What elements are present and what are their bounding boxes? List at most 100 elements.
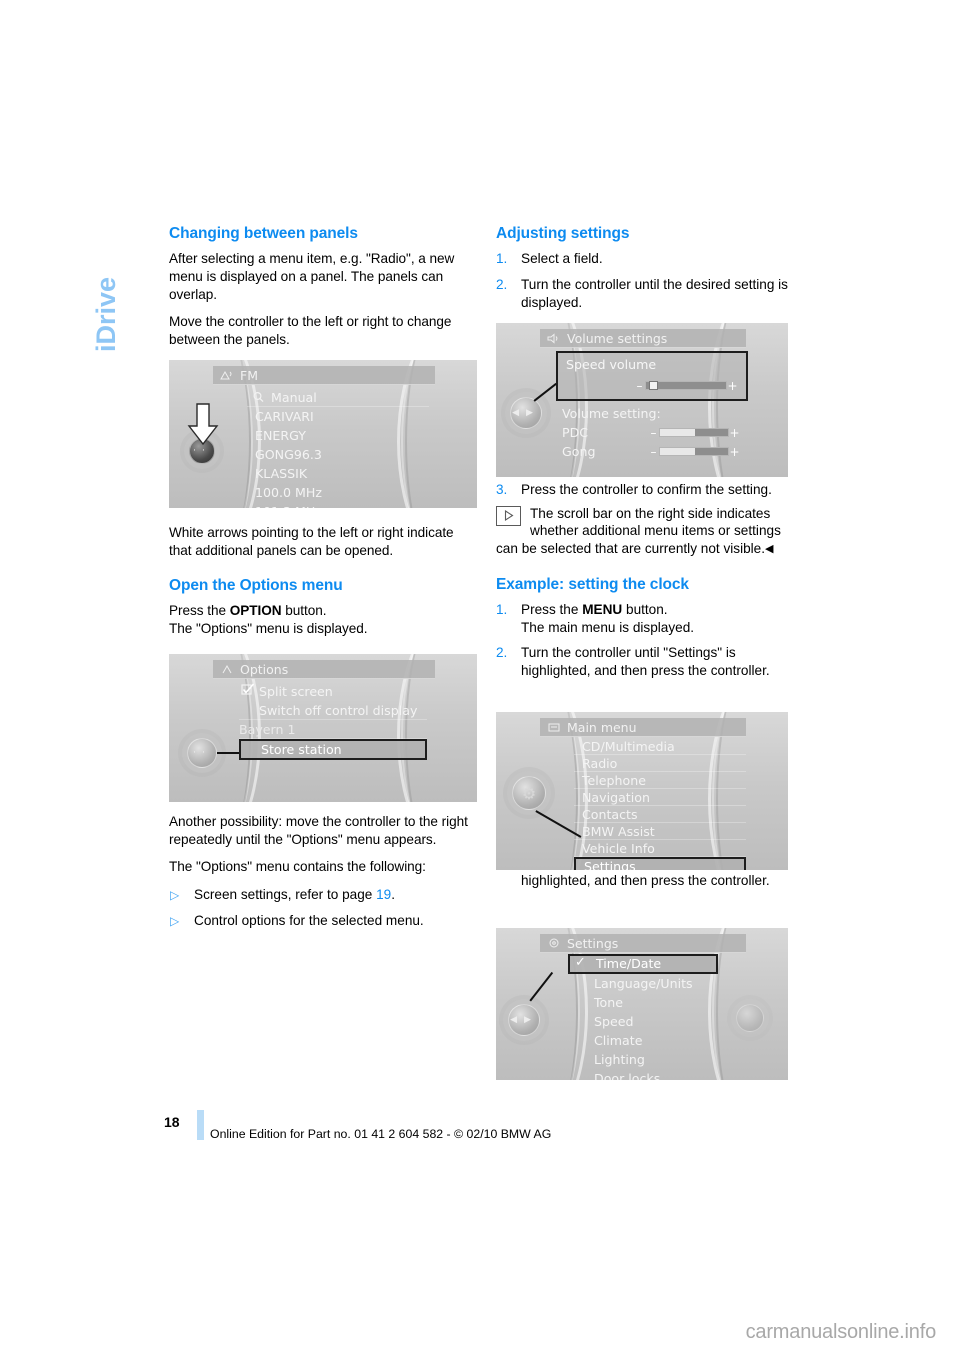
- fm-station-row[interactable]: GONG96.3: [247, 445, 429, 464]
- slider-minus-label[interactable]: –: [634, 380, 645, 392]
- fm-station-row[interactable]: ENERGY: [247, 426, 429, 445]
- volume-speed-volume-label: Speed volume: [566, 357, 657, 372]
- paragraph-another-possibility: Another possibility: move the controller…: [169, 814, 468, 847]
- settings-item-label: Door locks: [594, 1071, 661, 1080]
- settings-item-label: Speed: [594, 1014, 634, 1029]
- gear-icon: ⚙: [521, 783, 537, 803]
- knob-arrows: ◀▶: [512, 408, 540, 418]
- volume-speed-volume-field[interactable]: Speed volume – +: [556, 351, 748, 401]
- leader-line: [217, 752, 239, 754]
- volume-title-bar: Volume settings: [540, 329, 746, 348]
- volume-gong-slider[interactable]: – +: [648, 446, 740, 458]
- mainmenu-item-row[interactable]: CD/Multimedia: [574, 738, 746, 755]
- checkbox-checked-icon: [241, 682, 255, 701]
- mainmenu-item-label: CD/Multimedia: [582, 739, 675, 754]
- fm-station-row[interactable]: 100.0 MHz: [247, 483, 429, 502]
- slider-plus-label[interactable]: +: [727, 380, 738, 392]
- note-triangle-icon: [496, 505, 521, 526]
- options-title-label: Options: [240, 661, 289, 677]
- settings-time-date-row[interactable]: ✓ Time/Date: [568, 954, 718, 974]
- paragraph-options-displayed: The "Options" menu is displayed.: [169, 620, 368, 636]
- settings-title-bar: Settings: [540, 934, 746, 953]
- settings-item-row[interactable]: Tone: [568, 993, 718, 1012]
- options-station-section: Bayern 1: [239, 720, 427, 739]
- options-store-station-row[interactable]: Store station: [239, 739, 427, 760]
- knob-arrows: ◀▶: [510, 1015, 538, 1025]
- mainmenu-item-label: Telephone: [582, 773, 646, 788]
- volume-list: Speed volume – + Volume setting: PDC – +…: [556, 351, 748, 473]
- volume-pdc-slider[interactable]: – +: [648, 427, 740, 439]
- slider-plus-label[interactable]: +: [729, 427, 740, 439]
- slider-minus-label[interactable]: –: [648, 427, 659, 439]
- mainmenu-item-row[interactable]: Contacts: [574, 806, 746, 823]
- mainmenu-item-row[interactable]: Telephone: [574, 772, 746, 789]
- options-split-screen-row[interactable]: Split screen: [239, 682, 427, 701]
- settings-item-row[interactable]: Speed: [568, 1012, 718, 1031]
- step-number: 3.: [496, 482, 508, 498]
- heading-changing-between-panels: Changing between panels: [169, 225, 358, 242]
- volume-gong-label: Gong: [562, 444, 596, 459]
- volume-title-label: Volume settings: [567, 330, 668, 346]
- bullet-text: Screen settings, refer to page: [194, 886, 377, 902]
- options-station-label: Bayern 1: [239, 722, 296, 737]
- options-title-bar: Options: [213, 660, 435, 679]
- controller-knob: ··: [187, 738, 217, 768]
- mainmenu-title-label: Main menu: [567, 719, 637, 735]
- step-text: Turn the controller until the desired se…: [521, 276, 788, 310]
- mainmenu-settings-label: Settings: [584, 859, 636, 870]
- settings-item-label: Tone: [594, 995, 623, 1010]
- options-switch-off-row[interactable]: Switch off control display: [239, 701, 427, 720]
- leader-line: [533, 382, 557, 402]
- settings-item-row[interactable]: Door locks: [568, 1069, 718, 1080]
- menu-button-name: MENU: [582, 601, 623, 617]
- fm-title-bar: FM: [213, 366, 435, 385]
- fm-station-label: 101.3 MHz: [255, 504, 322, 508]
- fm-station-row[interactable]: 101.3 MHz: [247, 502, 429, 508]
- step-number: 2.: [496, 276, 508, 292]
- mainmenu-item-row[interactable]: BMW Assist: [574, 823, 746, 840]
- leader-line: [529, 971, 553, 1002]
- volume-pdc-row[interactable]: PDC – +: [556, 423, 748, 442]
- settings-item-row[interactable]: Language/Units: [568, 974, 718, 993]
- chapter-tab-label: iDrive: [90, 276, 121, 352]
- figure-settings-panel: Settings ✓ Time/Date Language/Units Tone…: [496, 928, 788, 1080]
- mainmenu-item-row[interactable]: Navigation: [574, 789, 746, 806]
- options-list: Split screen Switch off control display …: [239, 682, 427, 798]
- fm-list: Manual CARIVARI ENERGY GONG96.3 KLASSIK …: [247, 388, 429, 508]
- figure-volume-settings-panel: Volume settings Speed volume – + Volume …: [496, 323, 788, 477]
- settings-item-row[interactable]: Lighting: [568, 1050, 718, 1069]
- option-button-name: OPTION: [229, 602, 282, 618]
- volume-gong-row[interactable]: Gong – +: [556, 442, 748, 461]
- mainmenu-settings-row[interactable]: Settings: [574, 857, 746, 870]
- volume-group-label: Volume setting:: [562, 406, 661, 421]
- settings-item-row[interactable]: Climate: [568, 1031, 718, 1050]
- slider-track[interactable]: [659, 428, 729, 437]
- clock-example-steps: 1. Press the MENU button. The main menu i…: [496, 601, 796, 679]
- mainmenu-title-bar: Main menu: [540, 718, 746, 737]
- footer-edition-text: Online Edition for Part no. 01 41 2 604 …: [210, 1127, 552, 1141]
- slider-track[interactable]: [659, 447, 729, 456]
- fm-station-row[interactable]: KLASSIK: [247, 464, 429, 483]
- settings-list: ✓ Time/Date Language/Units Tone Speed Cl…: [568, 954, 718, 1080]
- fm-manual-row[interactable]: Manual: [247, 388, 429, 407]
- radio-icon: [219, 369, 234, 382]
- adjusting-settings-step3: 3. Press the controller to confirm the s…: [496, 481, 796, 499]
- settings-item-label: Language/Units: [594, 976, 693, 991]
- page-reference-link[interactable]: 19: [376, 887, 391, 902]
- manual-page: iDrive Changing between panels After sel…: [0, 0, 960, 1358]
- fm-station-row[interactable]: CARIVARI: [247, 407, 429, 426]
- paragraph-press-option-button: Press the OPTION button.: [169, 602, 469, 620]
- slider-thumb[interactable]: [649, 381, 659, 390]
- settings-title-label: Settings: [567, 935, 619, 951]
- slider-plus-label[interactable]: +: [729, 446, 740, 458]
- mainmenu-item-row[interactable]: Radio: [574, 755, 746, 772]
- volume-speed-slider[interactable]: – +: [634, 380, 738, 392]
- slider-track[interactable]: [645, 381, 727, 390]
- step-item: 1. Press the MENU button. The main menu i…: [496, 601, 796, 636]
- heading-adjusting-settings: Adjusting settings: [496, 225, 630, 242]
- mainmenu-item-row[interactable]: Vehicle Info: [574, 840, 746, 857]
- fm-title-label: FM: [240, 367, 258, 383]
- volume-pdc-label: PDC: [562, 425, 589, 440]
- figure-fm-radio-panel: FM Manual CARIVARI ENERGY GONG96.3 KLASS…: [169, 360, 477, 508]
- slider-minus-label[interactable]: –: [648, 446, 659, 458]
